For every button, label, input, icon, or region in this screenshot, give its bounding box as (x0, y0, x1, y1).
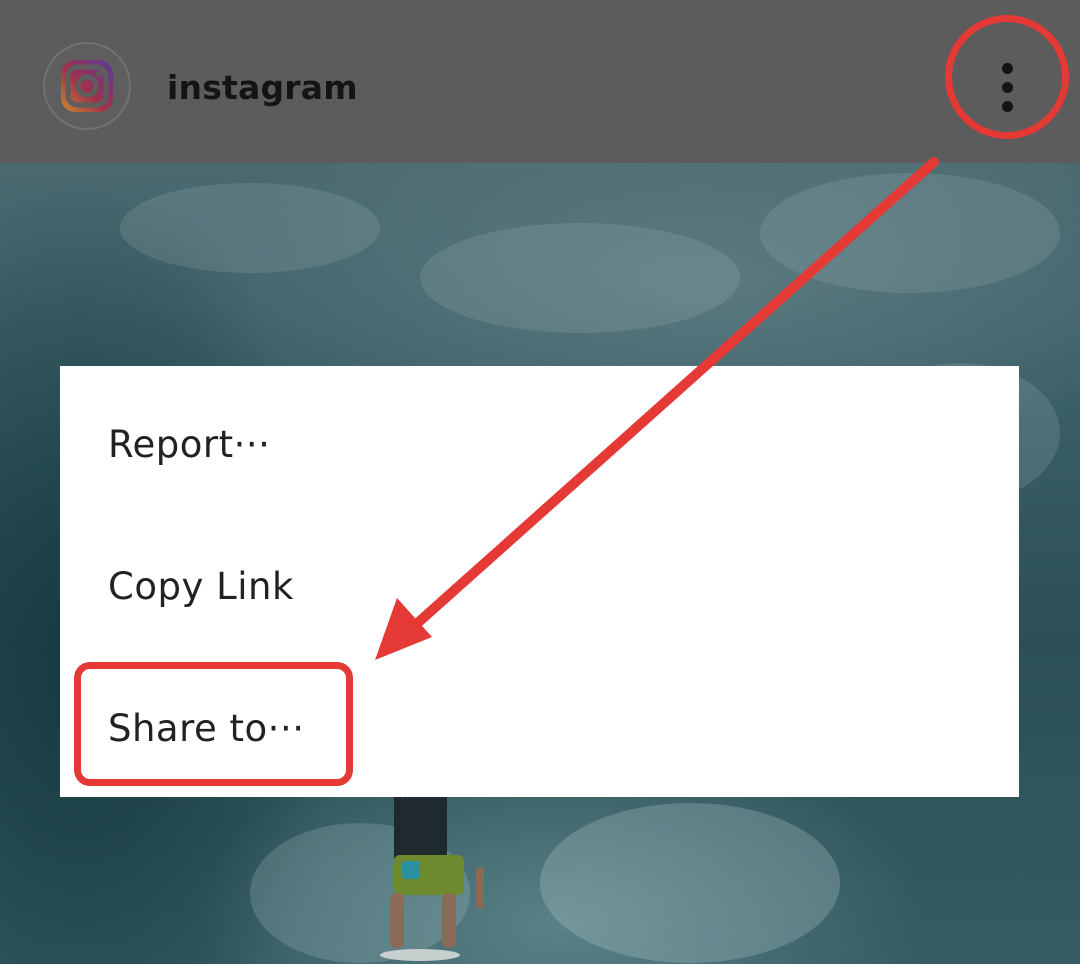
screen: instagram Report··· Copy Link Share to··… (0, 0, 1080, 964)
annotation-arrow (375, 157, 939, 660)
